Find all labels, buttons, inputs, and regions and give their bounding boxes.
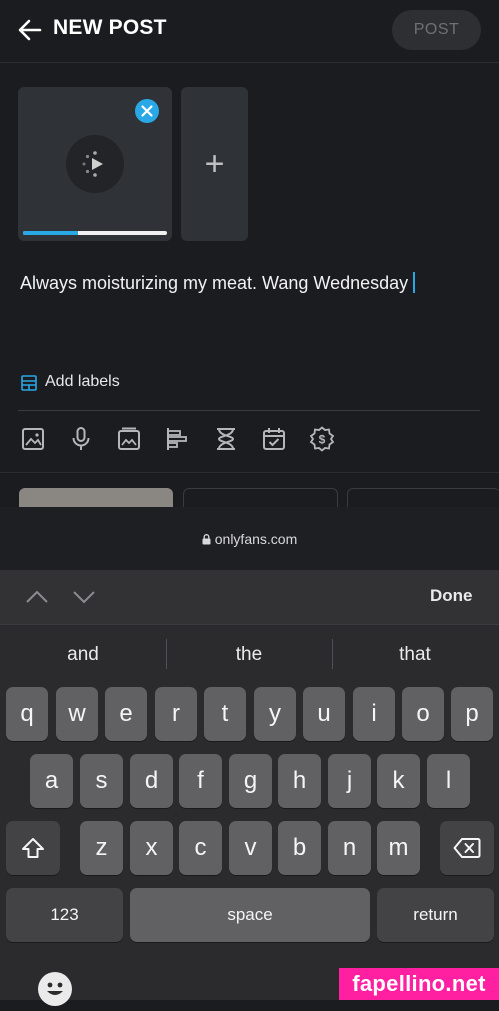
key-q[interactable]: q [6, 687, 48, 741]
divider [0, 472, 499, 473]
chevron-up-icon[interactable] [25, 588, 49, 606]
caption-input[interactable]: Always moisturizing my meat. Wang Wednes… [20, 272, 416, 294]
add-labels-button[interactable]: Add labels [45, 373, 120, 391]
key-c[interactable]: c [179, 821, 222, 875]
key-j[interactable]: j [328, 754, 371, 808]
close-icon [141, 105, 153, 117]
space-key[interactable]: space [130, 888, 370, 942]
key-b[interactable]: b [278, 821, 321, 875]
add-media-button[interactable]: + [181, 87, 248, 241]
calendar-check-icon[interactable] [261, 426, 287, 452]
gallery-icon[interactable] [116, 426, 142, 452]
numbers-key[interactable]: 123 [6, 888, 123, 942]
back-arrow-icon[interactable] [16, 16, 44, 44]
emoji-icon[interactable] [38, 972, 72, 1006]
key-z[interactable]: z [80, 821, 123, 875]
remove-media-button[interactable] [135, 99, 159, 123]
key-w[interactable]: w [56, 687, 98, 741]
key-r[interactable]: r [155, 687, 197, 741]
return-key[interactable]: return [377, 888, 494, 942]
smiley-face [47, 982, 63, 995]
url-text: onlyfans.com [214, 531, 298, 547]
key-l[interactable]: l [427, 754, 470, 808]
key-f[interactable]: f [179, 754, 222, 808]
price-badge-icon[interactable]: $ [309, 426, 335, 452]
key-t[interactable]: t [204, 687, 246, 741]
key-v[interactable]: v [229, 821, 272, 875]
backspace-icon [453, 838, 481, 858]
media-preview[interactable] [18, 87, 172, 241]
post-button[interactable]: POST [392, 10, 481, 50]
caption-text: Always moisturizing my meat. Wang Wednes… [20, 273, 409, 293]
key-m[interactable]: m [377, 821, 420, 875]
key-i[interactable]: i [353, 687, 395, 741]
suggestion[interactable]: and [0, 644, 166, 666]
key-d[interactable]: d [130, 754, 173, 808]
key-g[interactable]: g [229, 754, 272, 808]
label-icon[interactable] [20, 374, 38, 392]
key-s[interactable]: s [80, 754, 123, 808]
suggestion[interactable]: that [332, 644, 498, 666]
microphone-icon[interactable] [68, 426, 94, 452]
image-icon[interactable] [20, 426, 46, 452]
key-k[interactable]: k [377, 754, 420, 808]
backspace-key[interactable] [440, 821, 494, 875]
key-u[interactable]: u [303, 687, 345, 741]
key-h[interactable]: h [278, 754, 321, 808]
suggestion[interactable]: the [166, 644, 332, 666]
divider [18, 410, 480, 411]
upload-progress-bar [23, 231, 167, 235]
hourglass-icon[interactable] [213, 426, 239, 452]
key-n[interactable]: n [328, 821, 371, 875]
play-icon [82, 151, 103, 177]
key-x[interactable]: x [130, 821, 173, 875]
chevron-down-icon[interactable] [72, 588, 96, 606]
shift-key[interactable] [6, 821, 60, 875]
text-cursor [413, 272, 416, 293]
key-p[interactable]: p [451, 687, 493, 741]
svg-text:$: $ [319, 433, 326, 447]
page-title: NEW POST [53, 16, 167, 39]
browser-url-bar[interactable]: onlyfans.com [0, 507, 499, 571]
watermark: fapellino.net [339, 968, 499, 1000]
plus-icon: + [204, 144, 225, 183]
lock-icon [202, 533, 211, 544]
key-a[interactable]: a [30, 754, 73, 808]
key-o[interactable]: o [402, 687, 444, 741]
done-button[interactable]: Done [430, 586, 473, 606]
upload-progress-fill [23, 231, 78, 235]
key-y[interactable]: y [254, 687, 296, 741]
poll-icon[interactable] [164, 426, 190, 452]
video-loading-indicator [66, 135, 124, 193]
key-e[interactable]: e [105, 687, 147, 741]
shift-icon [22, 838, 44, 858]
